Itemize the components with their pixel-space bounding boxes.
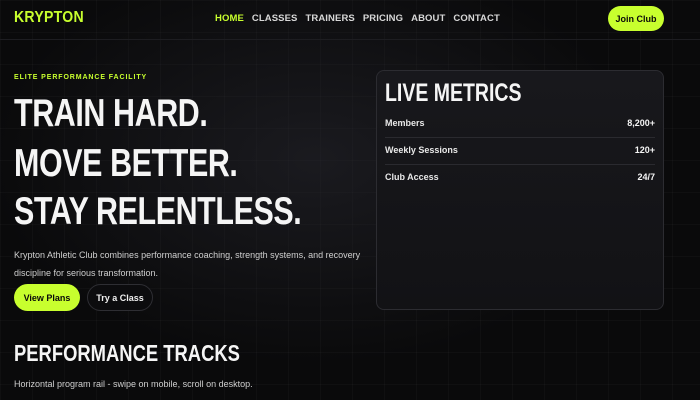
join-club-button[interactable]: Join Club xyxy=(608,6,664,31)
nav-contact[interactable]: CONTACT xyxy=(453,13,499,24)
main-nav: HOME CLASSES TRAINERS PRICING ABOUT CONT… xyxy=(215,13,500,24)
tracks-description: Horizontal program rail - swipe on mobil… xyxy=(14,379,253,389)
hero-eyebrow: ELITE PERFORMANCE FACILITY xyxy=(14,74,148,81)
metric-row: Weekly Sessions 120+ xyxy=(385,138,655,165)
nav-trainers[interactable]: TRAINERS xyxy=(305,13,354,24)
hero-headline-line-1: TRAIN HARD. xyxy=(14,92,208,135)
live-metrics-card: LIVE METRICS Members 8,200+ Weekly Sessi… xyxy=(376,70,664,310)
logo[interactable]: KRYPTON xyxy=(14,9,84,27)
hero-headline-line-3: STAY RELENTLESS. xyxy=(14,190,302,233)
nav-about[interactable]: ABOUT xyxy=(411,13,445,24)
metric-row: Members 8,200+ xyxy=(385,111,655,138)
try-a-class-button[interactable]: Try a Class xyxy=(87,284,153,311)
metric-value: 24/7 xyxy=(637,172,655,182)
nav-pricing[interactable]: PRICING xyxy=(363,13,403,24)
site-header: KRYPTON HOME CLASSES TRAINERS PRICING AB… xyxy=(0,0,700,40)
view-plans-button[interactable]: View Plans xyxy=(14,284,80,311)
hero-description: Krypton Athletic Club combines performan… xyxy=(14,250,361,278)
hero-headline-line-2: MOVE BETTER. xyxy=(14,142,238,185)
metrics-title: LIVE METRICS xyxy=(385,79,522,107)
nav-classes[interactable]: CLASSES xyxy=(252,13,298,24)
metric-value: 8,200+ xyxy=(627,118,655,128)
metric-label: Weekly Sessions xyxy=(385,145,458,155)
metric-value: 120+ xyxy=(634,145,655,155)
metric-row: Club Access 24/7 xyxy=(385,165,655,192)
nav-home[interactable]: HOME xyxy=(215,13,244,24)
metric-label: Club Access xyxy=(385,172,439,182)
metric-label: Members xyxy=(385,118,425,128)
tracks-title: PERFORMANCE TRACKS xyxy=(14,340,240,366)
